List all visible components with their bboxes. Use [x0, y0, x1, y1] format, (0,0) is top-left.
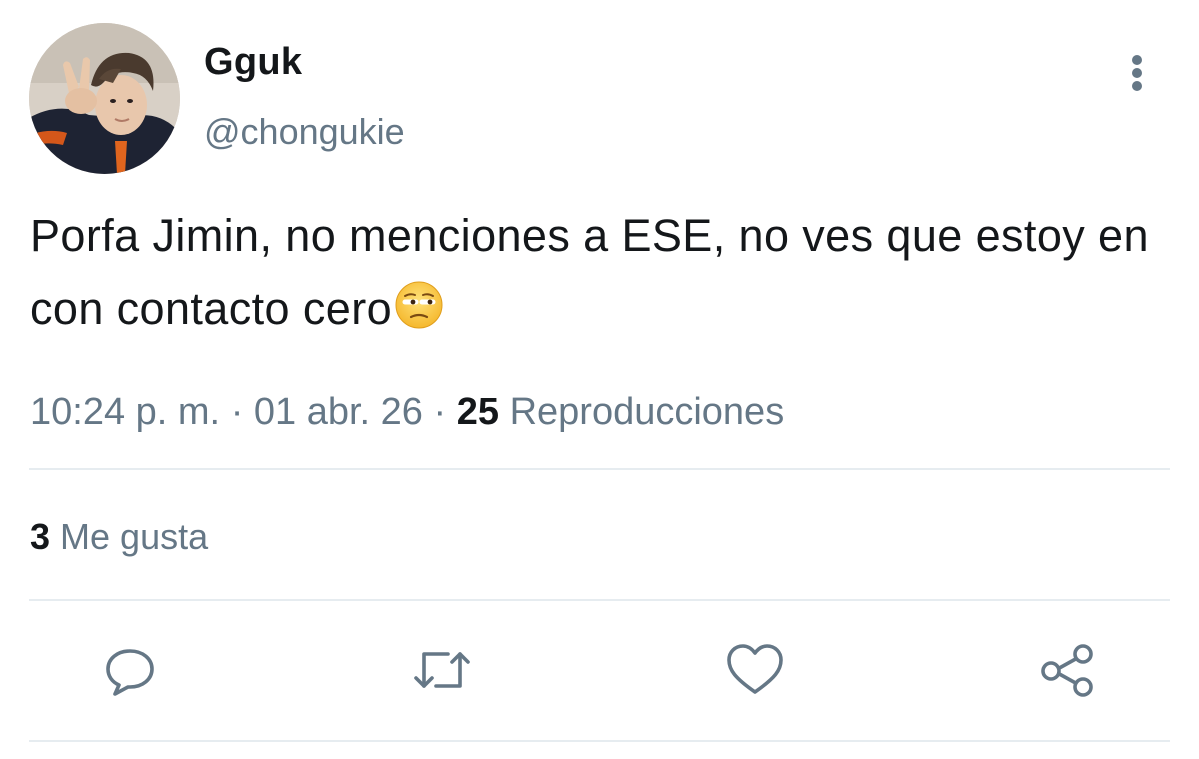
views-count: 25: [456, 391, 500, 433]
divider: [29, 740, 1170, 742]
retweet-button[interactable]: [412, 640, 472, 700]
avatar[interactable]: [29, 23, 180, 174]
tweet-date: 01 abr. 26: [253, 391, 423, 433]
share-button[interactable]: [1038, 640, 1098, 700]
retweet-icon: [414, 652, 470, 688]
tweet-time: 10:24 p. m.: [30, 391, 221, 433]
display-name[interactable]: Gguk: [204, 40, 302, 84]
likes-count: 3: [30, 516, 51, 557]
user-handle[interactable]: @chongukie: [204, 110, 405, 154]
more-options-button[interactable]: [1118, 50, 1156, 96]
tweet-text: Porfa Jimin, no menciones a ESE, no ves …: [30, 199, 1190, 345]
tweet-meta: 10:24 p. m. · 01 abr. 26 · 25 Reproducci…: [30, 389, 784, 435]
divider: [29, 468, 1170, 470]
reply-button[interactable]: [100, 640, 160, 700]
like-button[interactable]: [725, 640, 785, 700]
views-label: Reproducciones: [509, 391, 785, 433]
tweet-text-content: Porfa Jimin, no menciones a ESE, no ves …: [30, 210, 1149, 334]
divider: [29, 599, 1170, 601]
meta-separator: ·: [230, 391, 244, 433]
likes-label: Me gusta: [60, 516, 209, 557]
share-icon: [1041, 644, 1093, 697]
tweet-detail: Gguk @chongukie Porfa Jimin, no mencione…: [0, 0, 1199, 759]
unamused-face-icon: [394, 278, 444, 329]
likes-stat[interactable]: 3 Me gusta: [30, 515, 208, 559]
like-icon: [727, 644, 783, 694]
reply-icon: [106, 649, 154, 696]
meta-separator: ·: [433, 391, 447, 433]
avatar-photo: [29, 23, 180, 174]
